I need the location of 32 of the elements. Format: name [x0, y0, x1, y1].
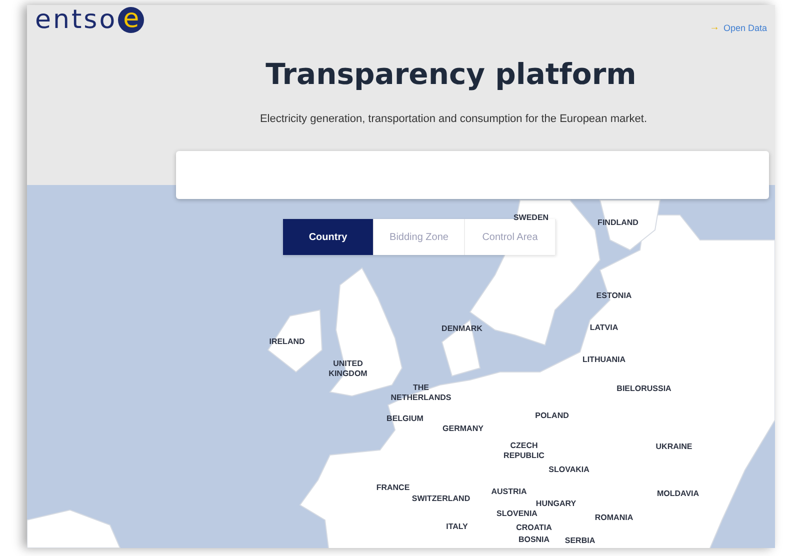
country-label[interactable]: SWITZERLAND	[412, 494, 470, 504]
country-label[interactable]: UKRAINE	[656, 442, 692, 452]
country-label[interactable]: SLOVAKIA	[548, 465, 590, 475]
country-label[interactable]: SERBIA	[564, 536, 596, 546]
country-label[interactable]: LITHUANIA	[582, 355, 626, 365]
logo[interactable]: entso e	[35, 5, 144, 35]
page-title: Transparency platform	[266, 57, 636, 91]
country-label[interactable]: FINDLAND	[598, 218, 638, 228]
country-label[interactable]: POLAND	[535, 411, 569, 421]
country-label[interactable]: MOLDAVIA	[656, 489, 700, 499]
country-label[interactable]: DENMARK	[442, 324, 482, 334]
country-label[interactable]: ESTONIA	[596, 291, 632, 301]
country-label[interactable]: BIELORUSSIA	[616, 384, 672, 394]
country-label[interactable]: GERMANY	[442, 424, 484, 434]
country-label[interactable]: HUNGARY	[536, 499, 576, 509]
country-label[interactable]: BELGIUM	[386, 414, 424, 424]
country-label[interactable]: LATVIA	[590, 323, 618, 333]
country-label[interactable]: ITALY	[446, 522, 468, 532]
country-label[interactable]: CROATIA	[516, 523, 552, 533]
country-label[interactable]: IRELAND	[269, 337, 305, 347]
country-label[interactable]: SLOVENIA	[496, 509, 538, 519]
country-label[interactable]: BOSNIA	[518, 535, 550, 545]
country-label[interactable]: UNITED KINGDOM	[328, 359, 368, 379]
country-label[interactable]: FRANCE	[376, 483, 410, 493]
logo-mark: e	[118, 7, 144, 33]
tab[interactable]: Country	[283, 219, 374, 255]
arrow-icon: →	[709, 22, 720, 33]
page-subtitle: Electricity generation, transportation and consumption for the European market.	[260, 113, 648, 125]
country-label[interactable]: ROMANIA	[594, 513, 634, 523]
country-label[interactable]: THE NETHERLANDS	[390, 383, 452, 403]
country-label[interactable]: AUSTRIA	[491, 487, 527, 497]
country-label[interactable]: CZECH REPUBLIC	[504, 441, 544, 461]
